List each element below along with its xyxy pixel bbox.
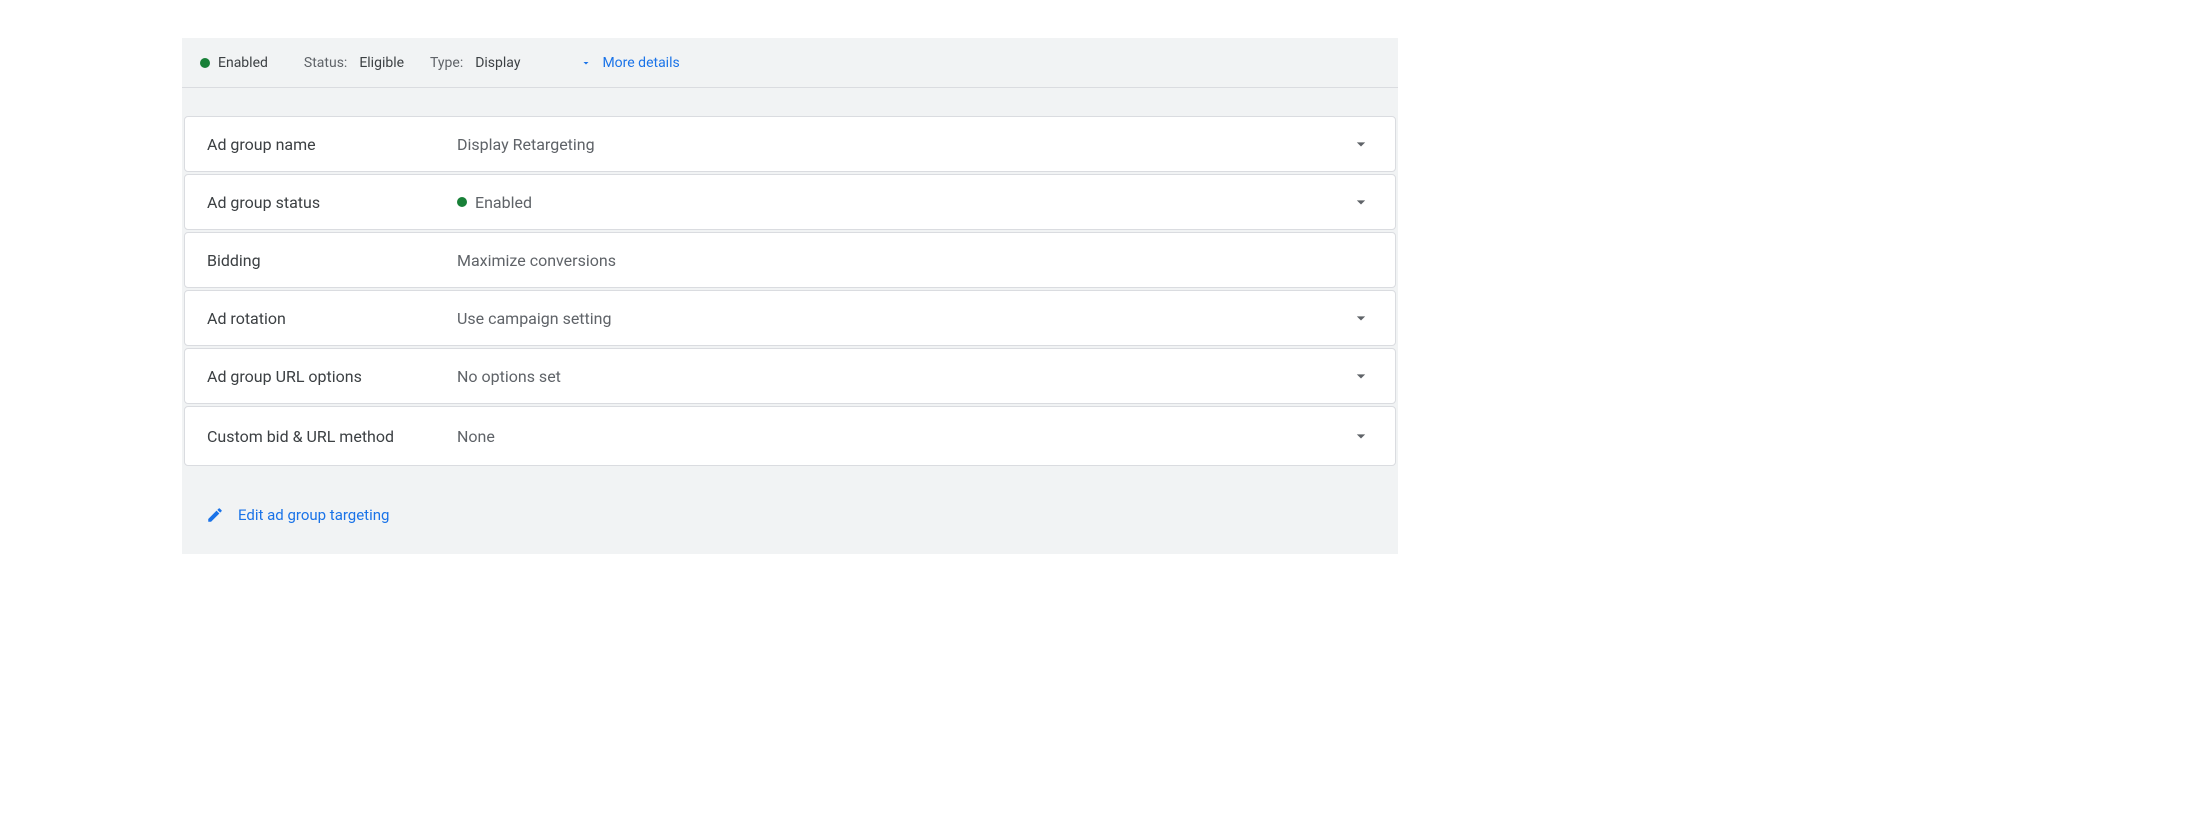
card-ad-rotation[interactable]: Ad rotation Use campaign setting <box>184 290 1396 346</box>
card-value: Display Retargeting <box>457 135 1349 154</box>
card-label: Custom bid & URL method <box>207 427 457 446</box>
status-key: Status: <box>304 55 347 71</box>
status-dot-icon <box>200 58 210 68</box>
card-value: None <box>457 427 1349 446</box>
card-custom-bid[interactable]: Custom bid & URL method None <box>184 406 1396 466</box>
card-url-options[interactable]: Ad group URL options No options set <box>184 348 1396 404</box>
card-label: Bidding <box>207 251 457 270</box>
status-dot-icon <box>457 197 467 207</box>
chevron-down-icon <box>1349 192 1373 212</box>
card-value: No options set <box>457 367 1349 386</box>
more-details-button[interactable]: More details <box>580 55 679 71</box>
edit-targeting-label: Edit ad group targeting <box>238 506 389 524</box>
type-key: Type: <box>430 55 463 71</box>
card-label: Ad group status <box>207 193 457 212</box>
card-bidding[interactable]: Bidding Maximize conversions <box>184 232 1396 288</box>
chevron-down-icon <box>1349 426 1373 446</box>
chevron-down-icon <box>1349 308 1373 328</box>
status-bar: Enabled Status: Eligible Type: Display M… <box>182 38 1398 88</box>
pencil-icon <box>206 506 224 524</box>
chevron-down-icon <box>580 57 592 69</box>
card-value: Use campaign setting <box>457 309 1349 328</box>
type-value: Display <box>475 55 520 71</box>
enabled-label: Enabled <box>218 55 268 71</box>
card-ad-group-name[interactable]: Ad group name Display Retargeting <box>184 116 1396 172</box>
status-text: Enabled <box>475 193 532 212</box>
settings-panel: Enabled Status: Eligible Type: Display M… <box>182 38 1398 554</box>
card-label: Ad rotation <box>207 309 457 328</box>
status-value: Eligible <box>359 55 404 71</box>
edit-targeting-link[interactable]: Edit ad group targeting <box>182 468 1398 554</box>
settings-cards: Ad group name Display Retargeting Ad gro… <box>182 88 1398 466</box>
card-label: Ad group name <box>207 135 457 154</box>
more-details-label: More details <box>602 55 679 71</box>
chevron-down-icon <box>1349 134 1373 154</box>
card-value: Enabled <box>457 193 1349 212</box>
card-label: Ad group URL options <box>207 367 457 386</box>
card-value: Maximize conversions <box>457 251 1349 270</box>
chevron-down-icon <box>1349 366 1373 386</box>
card-ad-group-status[interactable]: Ad group status Enabled <box>184 174 1396 230</box>
